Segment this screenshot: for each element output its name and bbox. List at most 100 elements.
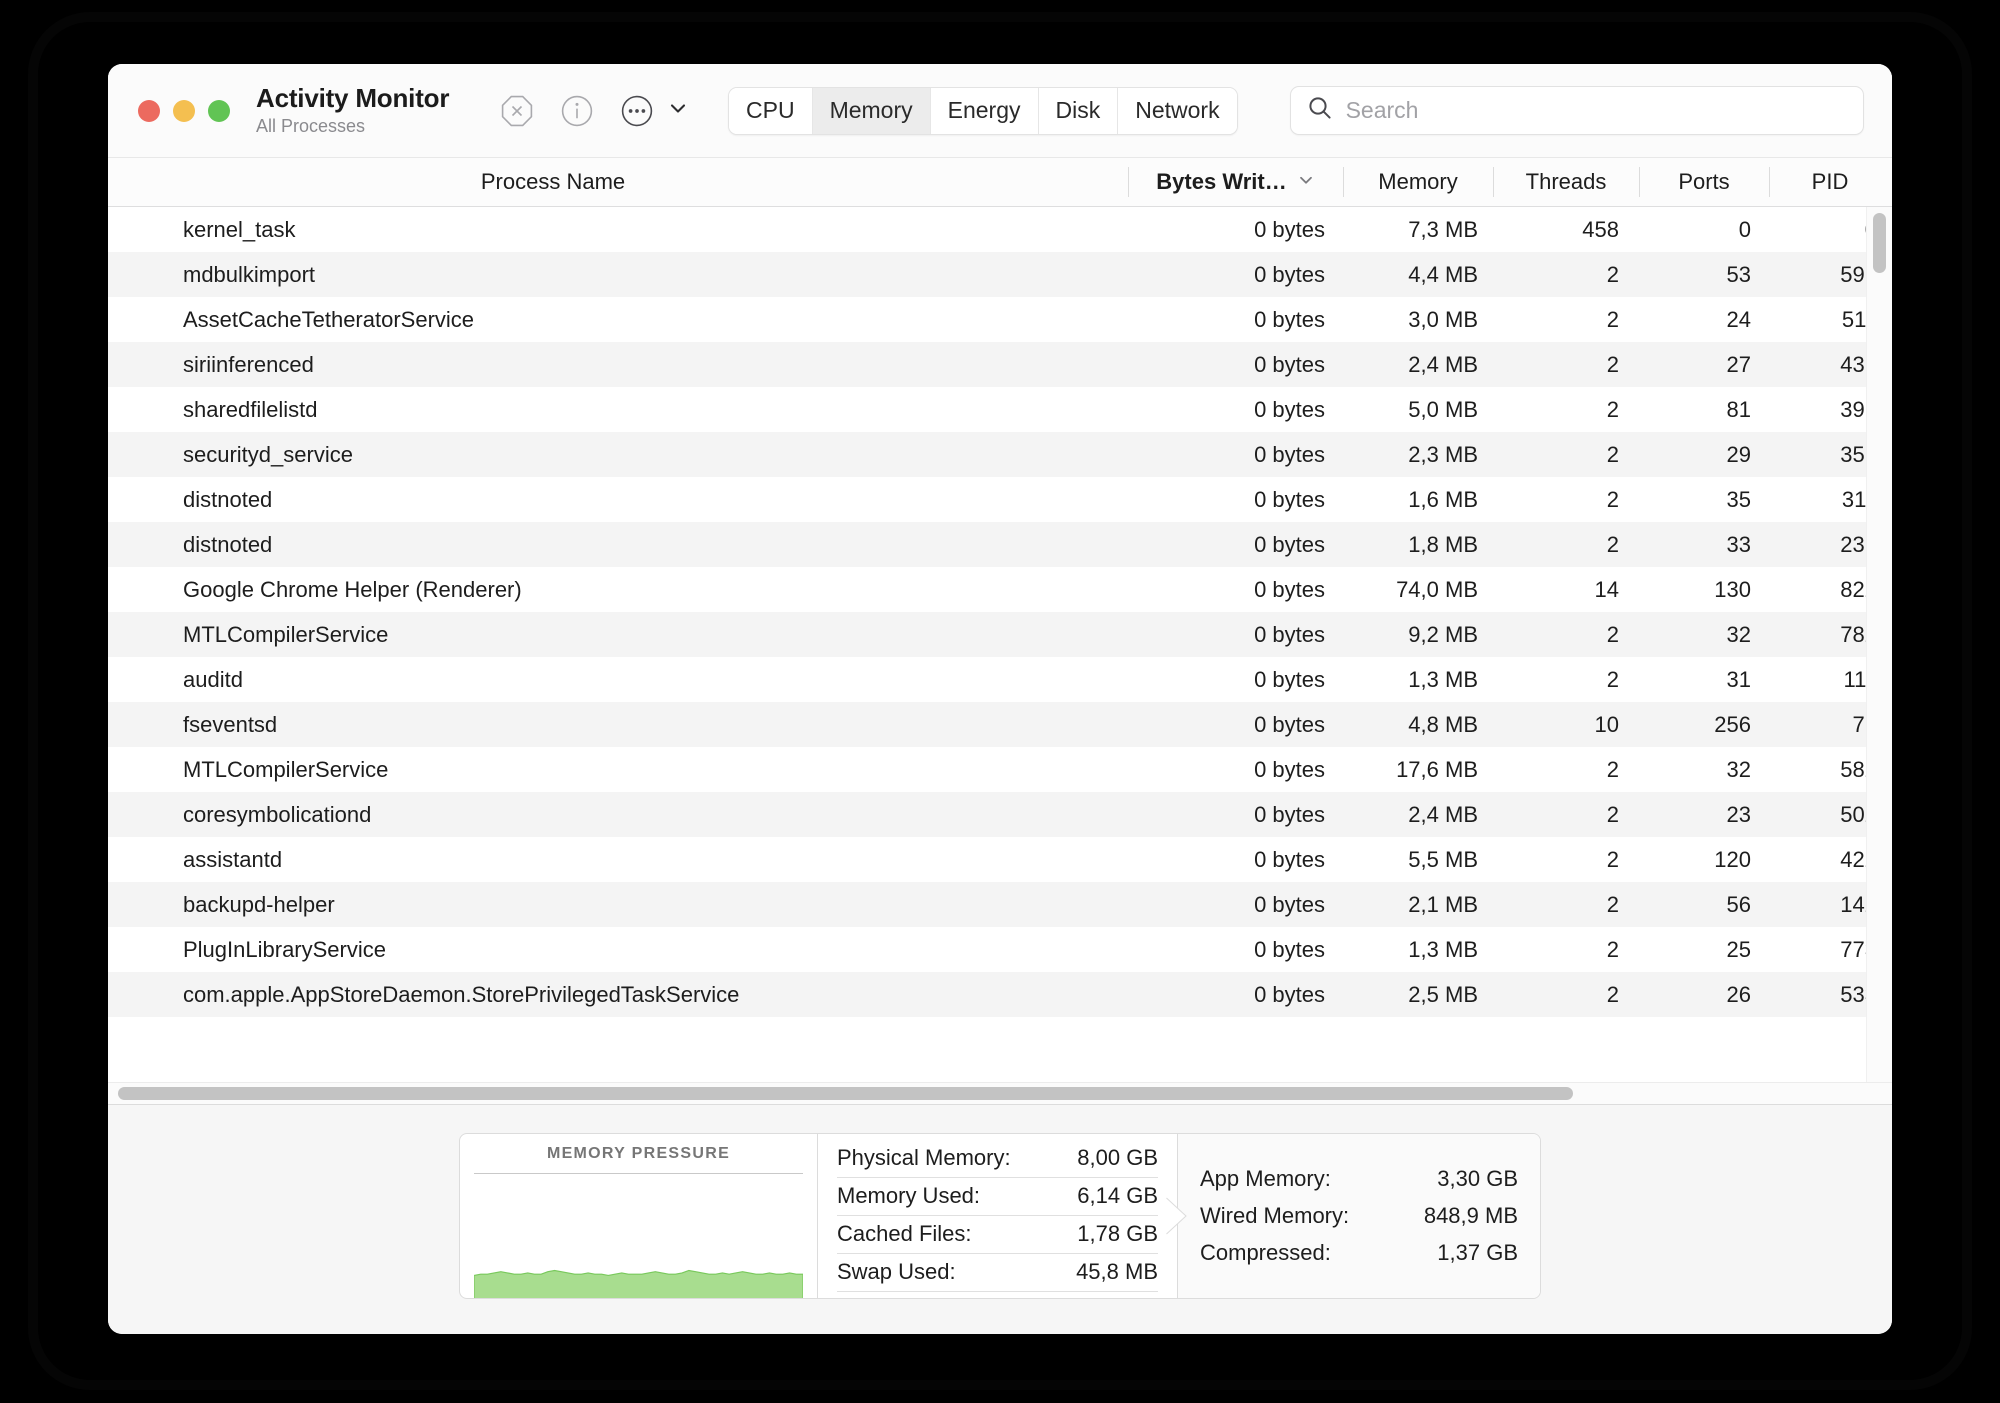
cell-ports: 32: [1639, 622, 1769, 648]
ellipsis-circle-icon[interactable]: [620, 94, 654, 128]
table-row[interactable]: MTLCompilerService0 bytes9,2 MB232782: [108, 612, 1892, 657]
cell-name: distnoted: [108, 487, 1128, 513]
table-row[interactable]: Google Chrome Helper (Renderer)0 bytes74…: [108, 567, 1892, 612]
tab-cpu[interactable]: CPU: [729, 88, 813, 134]
cell-name: MTLCompilerService: [108, 622, 1128, 648]
memory-pressure-panel: MEMORY PRESSURE: [460, 1134, 818, 1298]
cell-name: assistantd: [108, 847, 1128, 873]
process-table[interactable]: kernel_task0 bytes7,3 MB45800mdbulkimpor…: [108, 207, 1892, 1104]
tab-energy[interactable]: Energy: [931, 88, 1039, 134]
process-rows: kernel_task0 bytes7,3 MB45800mdbulkimpor…: [108, 207, 1892, 1017]
table-row[interactable]: fseventsd0 bytes4,8 MB1025671: [108, 702, 1892, 747]
cell-memory: 2,5 MB: [1343, 982, 1493, 1008]
column-header-memory[interactable]: Memory: [1343, 158, 1493, 206]
column-header-threads[interactable]: Threads: [1493, 158, 1639, 206]
cell-bytes_written: 0 bytes: [1128, 577, 1343, 603]
window-title-block: Activity Monitor All Processes: [256, 84, 492, 137]
column-header-ports[interactable]: Ports: [1639, 158, 1769, 206]
cell-ports: 26: [1639, 982, 1769, 1008]
cell-ports: 29: [1639, 442, 1769, 468]
cell-name: Google Chrome Helper (Renderer): [108, 577, 1128, 603]
stat-value: 45,8 MB: [1076, 1259, 1158, 1285]
cell-threads: 2: [1493, 847, 1639, 873]
cell-bytes_written: 0 bytes: [1128, 442, 1343, 468]
table-row[interactable]: mdbulkimport0 bytes4,4 MB253591: [108, 252, 1892, 297]
cell-ports: 25: [1639, 937, 1769, 963]
table-row[interactable]: PlugInLibraryService0 bytes1,3 MB225773: [108, 927, 1892, 972]
cell-threads: 2: [1493, 307, 1639, 333]
cell-memory: 2,4 MB: [1343, 352, 1493, 378]
cell-threads: 2: [1493, 892, 1639, 918]
cell-memory: 4,8 MB: [1343, 712, 1493, 738]
column-header-bytes-written[interactable]: Bytes Writ…: [1128, 158, 1343, 206]
table-row[interactable]: distnoted0 bytes1,8 MB233231: [108, 522, 1892, 567]
cell-ports: 130: [1639, 577, 1769, 603]
column-label: Ports: [1678, 169, 1729, 195]
column-header-process-name[interactable]: Process Name: [108, 158, 1128, 206]
table-row[interactable]: distnoted0 bytes1,6 MB235311: [108, 477, 1892, 522]
cell-threads: 2: [1493, 352, 1639, 378]
table-row[interactable]: AssetCacheTetheratorService0 bytes3,0 MB…: [108, 297, 1892, 342]
table-row[interactable]: siriinferenced0 bytes2,4 MB227431: [108, 342, 1892, 387]
cell-name: com.apple.AppStoreDaemon.StorePrivileged…: [108, 982, 1128, 1008]
table-row[interactable]: securityd_service0 bytes2,3 MB229351: [108, 432, 1892, 477]
tab-memory[interactable]: Memory: [813, 88, 931, 134]
cell-name: auditd: [108, 667, 1128, 693]
table-row[interactable]: backupd-helper0 bytes2,1 MB256142: [108, 882, 1892, 927]
table-row[interactable]: assistantd0 bytes5,5 MB2120422: [108, 837, 1892, 882]
page-title: Activity Monitor: [256, 84, 492, 114]
cell-bytes_written: 0 bytes: [1128, 802, 1343, 828]
cell-name: siriinferenced: [108, 352, 1128, 378]
cell-name: MTLCompilerService: [108, 757, 1128, 783]
cell-threads: 2: [1493, 982, 1639, 1008]
cell-memory: 5,5 MB: [1343, 847, 1493, 873]
cell-bytes_written: 0 bytes: [1128, 262, 1343, 288]
column-label: Bytes Writ…: [1156, 169, 1286, 195]
column-header-pid[interactable]: PID: [1769, 158, 1891, 206]
cell-bytes_written: 0 bytes: [1128, 397, 1343, 423]
memory-breakdown-list: App Memory: 3,30 GB Wired Memory: 848,9 …: [1178, 1134, 1540, 1298]
stop-process-octagon-icon[interactable]: [500, 94, 534, 128]
table-row[interactable]: auditd0 bytes1,3 MB231111: [108, 657, 1892, 702]
table-row[interactable]: com.apple.AppStoreDaemon.StorePrivileged…: [108, 972, 1892, 1017]
minimize-button[interactable]: [173, 100, 195, 122]
cell-name: sharedfilelistd: [108, 397, 1128, 423]
memory-summary-panel: MEMORY PRESSURE Physical Memory: 8,00 GB…: [108, 1104, 1892, 1334]
table-row[interactable]: MTLCompilerService0 bytes17,6 MB232582: [108, 747, 1892, 792]
vertical-scrollbar-track[interactable]: [1866, 207, 1892, 1104]
search-icon: [1307, 95, 1333, 126]
tab-network[interactable]: Network: [1118, 88, 1236, 134]
vertical-scrollbar-thumb[interactable]: [1873, 213, 1886, 273]
info-circle-icon[interactable]: [560, 94, 594, 128]
tab-disk[interactable]: Disk: [1039, 88, 1119, 134]
cell-ports: 24: [1639, 307, 1769, 333]
chevron-down-icon[interactable]: [680, 98, 688, 123]
search-input[interactable]: Search: [1346, 97, 1419, 124]
cell-threads: 2: [1493, 487, 1639, 513]
cell-memory: 7,3 MB: [1343, 217, 1493, 243]
stat-label: Cached Files:: [837, 1221, 972, 1247]
cell-bytes_written: 0 bytes: [1128, 667, 1343, 693]
stat-value: 1,78 GB: [1077, 1221, 1158, 1247]
horizontal-scrollbar-thumb[interactable]: [118, 1087, 1573, 1100]
stat-value: 848,9 MB: [1424, 1203, 1518, 1229]
stat-cached-files: Cached Files: 1,78 GB: [837, 1216, 1158, 1254]
window-subtitle: All Processes: [256, 115, 492, 138]
cell-memory: 1,6 MB: [1343, 487, 1493, 513]
cell-memory: 1,3 MB: [1343, 667, 1493, 693]
table-row[interactable]: kernel_task0 bytes7,3 MB45800: [108, 207, 1892, 252]
zoom-button[interactable]: [208, 100, 230, 122]
chevron-down-icon: [1297, 169, 1315, 195]
memory-pressure-chart: [474, 1173, 803, 1298]
cell-memory: 74,0 MB: [1343, 577, 1493, 603]
close-button[interactable]: [138, 100, 160, 122]
table-row[interactable]: sharedfilelistd0 bytes5,0 MB281391: [108, 387, 1892, 432]
cell-name: coresymbolicationd: [108, 802, 1128, 828]
cell-ports: 27: [1639, 352, 1769, 378]
stat-label: Compressed:: [1200, 1240, 1331, 1266]
horizontal-scrollbar-track[interactable]: [108, 1082, 1892, 1104]
cell-memory: 3,0 MB: [1343, 307, 1493, 333]
table-row[interactable]: coresymbolicationd0 bytes2,4 MB223502: [108, 792, 1892, 837]
search-field[interactable]: Search: [1290, 86, 1864, 135]
column-label: Threads: [1526, 169, 1607, 195]
